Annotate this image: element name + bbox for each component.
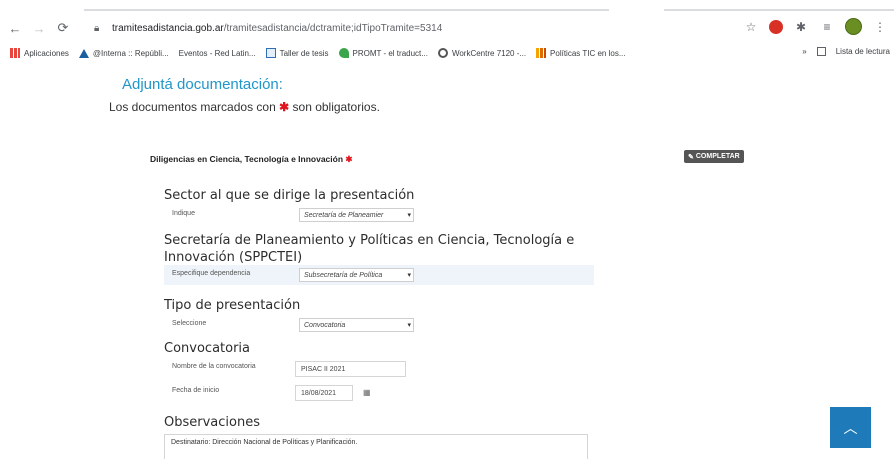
tab-divider bbox=[84, 9, 609, 11]
bookmark-item[interactable]: Taller de tesis bbox=[265, 48, 329, 58]
reading-list-icon bbox=[816, 47, 826, 56]
completar-button[interactable]: ✎ COMPLETAR bbox=[684, 150, 744, 163]
bookmarks-bar: Aplicaciones @Interna :: Repúbli... Even… bbox=[0, 44, 894, 62]
bookmark-label: Eventos - Red Latin... bbox=[178, 48, 256, 58]
dependencia-select[interactable]: Subsecretaría de Política ▾ bbox=[299, 268, 414, 282]
secretaria-heading-line: Secretaría de Planeamiento y Políticas e… bbox=[164, 233, 575, 248]
toolbar-actions: ☆ ✱ ≡ ⋮ bbox=[743, 18, 888, 35]
bookmark-item[interactable]: @Interna :: Repúbli... bbox=[78, 48, 169, 58]
forward-arrow-icon[interactable]: → bbox=[30, 19, 48, 37]
fecha-label: Fecha de inicio bbox=[172, 387, 220, 394]
observaciones-heading: Observaciones bbox=[164, 415, 260, 430]
url-domain: tramitesadistancia.gob.ar bbox=[112, 22, 224, 34]
nombre-input[interactable]: PISAC II 2021 bbox=[295, 361, 406, 377]
seleccione-value: Convocatoria bbox=[304, 321, 346, 329]
required-asterisk-icon: ✱ bbox=[279, 100, 290, 114]
bookmarks-overflow-button[interactable]: » bbox=[802, 47, 806, 56]
menu-dots-icon[interactable]: ⋮ bbox=[872, 19, 888, 35]
url-path: /tramitesadistancia/dctramite;idTipoTram… bbox=[223, 22, 443, 34]
extension-puzzle-icon[interactable]: ✱ bbox=[793, 19, 809, 35]
back-arrow-icon[interactable]: ← bbox=[6, 19, 24, 37]
dropdown-arrow-icon: ▾ bbox=[407, 272, 411, 279]
section-title-text: Diligencias en Ciencia, Tecnología e Inn… bbox=[150, 154, 344, 164]
bookmark-label: Políticas TIC en los... bbox=[550, 48, 626, 58]
dropdown-arrow-icon: ▾ bbox=[407, 212, 411, 219]
extension-stop-icon[interactable] bbox=[769, 19, 783, 34]
page-content: Adjuntá documentación: Los documentos ma… bbox=[0, 62, 894, 459]
subtitle-suffix: son obligatorios. bbox=[292, 100, 380, 114]
tipo-heading: Tipo de presentación bbox=[164, 298, 301, 313]
calendar-icon bbox=[265, 48, 276, 58]
bookmark-item[interactable]: Aplicaciones bbox=[10, 48, 69, 58]
fecha-row: Fecha de inicio 18/08/2021 ▦ bbox=[164, 382, 594, 402]
tab-strip bbox=[0, 0, 894, 12]
profile-avatar[interactable] bbox=[845, 18, 862, 35]
indique-select[interactable]: Secretaría de Planeamier ▾ bbox=[299, 208, 414, 222]
indique-value: Secretaría de Planeamier bbox=[304, 211, 384, 219]
star-bookmark-icon[interactable]: ☆ bbox=[743, 19, 759, 35]
dropdown-arrow-icon: ▾ bbox=[407, 322, 411, 329]
triangle-icon bbox=[78, 48, 89, 58]
indique-label: Indique bbox=[172, 210, 195, 217]
bookmark-item[interactable]: Eventos - Red Latin... bbox=[179, 49, 256, 58]
required-asterisk-icon: ✱ bbox=[345, 154, 353, 164]
bookmark-label: @Interna :: Repúbli... bbox=[92, 48, 169, 58]
bookmark-label: Aplicaciones bbox=[24, 48, 69, 58]
browser-chrome: ← → ⟳ 🔒︎ tramitesadistancia.gob.ar/trami… bbox=[0, 0, 894, 62]
reading-queue-icon[interactable]: ≡ bbox=[819, 19, 835, 35]
printer-icon bbox=[437, 48, 448, 58]
calendar-icon[interactable]: ▦ bbox=[363, 388, 371, 397]
convocatoria-heading: Convocatoria bbox=[164, 341, 251, 356]
chart-icon bbox=[536, 48, 547, 58]
seleccione-label: Seleccione bbox=[172, 320, 207, 327]
page-title: Adjuntá documentación: bbox=[122, 76, 283, 93]
subtitle-prefix: Los documentos marcados con bbox=[109, 100, 276, 114]
dependencia-row: Especifique dependencia Subsecretaría de… bbox=[164, 265, 594, 285]
nombre-label: Nombre de la convocatoria bbox=[172, 363, 256, 370]
browser-toolbar: ← → ⟳ 🔒︎ tramitesadistancia.gob.ar/trami… bbox=[0, 14, 894, 42]
bookmark-label: PROMT - el traduct... bbox=[352, 48, 428, 58]
nombre-row: Nombre de la convocatoria PISAC II 2021 bbox=[164, 358, 594, 378]
bookmark-label: WorkCentre 7120 -... bbox=[451, 48, 527, 58]
bookmark-item[interactable]: Políticas TIC en los... bbox=[536, 48, 625, 58]
pencil-icon: ✎ bbox=[688, 153, 694, 161]
lock-icon: 🔒︎ bbox=[94, 22, 100, 34]
chevron-up-icon: ︿ bbox=[843, 419, 858, 436]
scroll-to-top-button[interactable]: ︿ bbox=[830, 407, 871, 448]
bookmark-label: Taller de tesis bbox=[279, 48, 329, 58]
observaciones-textarea[interactable]: Destinatario: Dirección Nacional de Polí… bbox=[164, 434, 588, 459]
fecha-input[interactable]: 18/08/2021 bbox=[295, 385, 353, 401]
indique-row: Indique Secretaría de Planeamier ▾ bbox=[164, 205, 594, 225]
dependencia-value: Subsecretaría de Política bbox=[304, 271, 383, 279]
bookmark-item[interactable]: WorkCentre 7120 -... bbox=[437, 48, 527, 58]
sector-heading: Sector al que se dirige la presentación bbox=[164, 188, 415, 203]
seleccione-row: Seleccione Convocatoria ▾ bbox=[164, 315, 594, 335]
secretaria-heading-line: Innovación (SPPCTEI) bbox=[164, 250, 303, 265]
dependencia-label: Especifique dependencia bbox=[172, 270, 251, 277]
section-title: Diligencias en Ciencia, Tecnología e Inn… bbox=[150, 154, 353, 165]
tab-divider bbox=[664, 9, 894, 11]
bookmarks-right: » Lista de lectura bbox=[802, 47, 890, 56]
seleccione-select[interactable]: Convocatoria ▾ bbox=[299, 318, 414, 332]
apps-grid-icon bbox=[10, 48, 20, 58]
address-bar[interactable]: 🔒︎ tramitesadistancia.gob.ar/tramitesadi… bbox=[94, 16, 784, 40]
completar-label: COMPLETAR bbox=[695, 153, 740, 160]
promt-icon bbox=[338, 48, 349, 58]
page-subtitle: Los documentos marcados con ✱ son obliga… bbox=[109, 100, 380, 114]
secretaria-heading: Secretaría de Planeamiento y Políticas e… bbox=[164, 232, 584, 266]
reading-list-button[interactable]: Lista de lectura bbox=[836, 47, 890, 56]
reload-icon[interactable]: ⟳ bbox=[54, 19, 72, 37]
bookmark-item[interactable]: PROMT - el traduct... bbox=[338, 48, 428, 58]
